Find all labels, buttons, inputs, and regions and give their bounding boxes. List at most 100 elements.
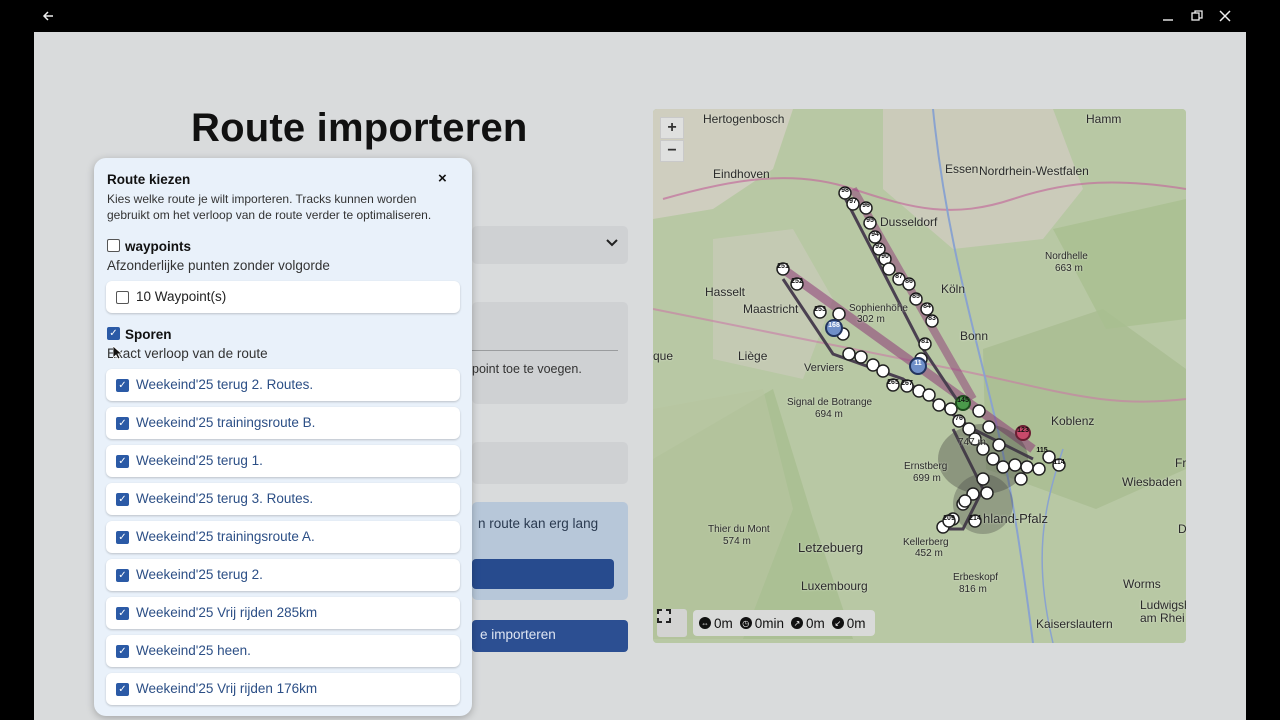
group-description-sporen: Exact verloop van de route	[107, 346, 268, 361]
list-item[interactable]: ✓ Weekeind'25 terug 2. Routes.	[106, 369, 460, 401]
item-checkbox[interactable]: ✓	[116, 645, 129, 658]
route-marker-label: 86	[905, 278, 913, 285]
map-view[interactable]: 98 97 96 95 94 92 90 87 86 85 84 83 81 251 252 253 168 11…	[653, 109, 1186, 643]
map-label: Thier du Mont	[708, 524, 770, 535]
import-button[interactable]: e importeren	[472, 620, 628, 652]
map-label: Koblenz	[1051, 414, 1095, 428]
fullscreen-button[interactable]	[657, 609, 687, 637]
stat-value: 0m	[806, 615, 825, 631]
list-item[interactable]: ✓ Weekeind'25 trainingsroute A.	[106, 521, 460, 553]
route-marker-label: 98	[841, 187, 849, 194]
route-marker-label: 90	[881, 253, 889, 260]
waypoint-panel: point toe te voegen.	[472, 302, 628, 404]
map-label: 663 m	[1055, 263, 1083, 274]
item-checkbox[interactable]: ✓	[116, 569, 129, 582]
checkbox-sporen[interactable]: ✓	[107, 327, 120, 340]
route-marker-label: 97	[849, 198, 857, 205]
item-label: Weekeind'25 terug 2. Routes.	[136, 377, 314, 392]
info-text: n route kan erg lang	[478, 516, 599, 531]
map-label: Dusseldorf	[880, 215, 938, 229]
zoom-out-button[interactable]: −	[660, 140, 684, 162]
route-marker-label: 145	[957, 397, 969, 404]
item-label: Weekeind'25 Vrij rijden 176km	[136, 681, 318, 696]
item-label: Weekeind'25 Vrij rijden 285km	[136, 605, 318, 620]
route-marker-label: 114	[1053, 459, 1064, 466]
item-checkbox[interactable]: ✓	[116, 455, 129, 468]
route-marker-label: 96	[862, 202, 870, 209]
descent-icon: ↙	[831, 617, 844, 629]
map-canvas[interactable]: 9897 96 95 94 92 90 8786 8584 83 81 251 252 253 168 11…	[653, 109, 1186, 643]
route-marker-label: 251	[777, 263, 789, 270]
list-item[interactable]: 10 Waypoint(s)	[106, 281, 460, 313]
info-box: n route kan erg lang	[472, 502, 628, 600]
distance-icon: ⇔	[699, 617, 711, 629]
close-icon[interactable]: ×	[438, 170, 447, 187]
list-item[interactable]: ✓ Weekeind'25 heen.	[106, 635, 460, 667]
map-label: Essen	[945, 162, 979, 176]
route-marker-label: 253	[814, 306, 826, 313]
window-titlebar	[0, 0, 1280, 32]
map-label: Worms	[1123, 577, 1161, 591]
route-stats: ⇔ 0m ◷ 0min ↗ 0m ↙ 0m	[693, 610, 875, 636]
list-item[interactable]: ✓ Weekeind'25 Vrij rijden 176km	[106, 673, 460, 705]
info-action-button[interactable]	[472, 559, 614, 589]
item-checkbox[interactable]: ✓	[116, 531, 129, 544]
list-item[interactable]: ✓ Weekeind'25 Vrij rijden 285km	[106, 597, 460, 629]
minimize-icon[interactable]	[1152, 0, 1184, 32]
item-checkbox[interactable]: ✓	[116, 607, 129, 620]
item-checkbox[interactable]: ✓	[116, 417, 129, 430]
route-marker-label: 115	[1036, 447, 1047, 454]
map-label: Bonn	[960, 329, 989, 343]
stat-ascent: ↗ 0m	[791, 616, 825, 631]
close-icon[interactable]	[1209, 0, 1241, 32]
item-label: 10 Waypoint(s)	[136, 289, 227, 304]
map-label: Hasselt	[705, 285, 746, 299]
map-label: 816 m	[959, 584, 987, 595]
route-marker-label: 94	[871, 231, 879, 238]
list-item[interactable]: ✓ Weekeind'25 terug 3. Routes.	[106, 483, 460, 515]
list-item[interactable]: ✓ Weekeind'25 terug 2.	[106, 559, 460, 591]
waypoint-hint: point toe te voegen.	[472, 362, 582, 376]
map-label: Liège	[738, 349, 768, 363]
item-label: Weekeind'25 trainingsroute B.	[136, 415, 316, 430]
route-name-field[interactable]	[472, 442, 628, 484]
divider	[472, 350, 618, 351]
list-item[interactable]: ✓ Weekeind'25 terug 1.	[106, 445, 460, 477]
route-marker-label: 11	[914, 360, 922, 367]
item-label: Weekeind'25 heen.	[136, 643, 251, 658]
item-label: Weekeind'25 terug 1.	[136, 453, 263, 468]
map-label: Maastricht	[743, 302, 799, 316]
item-checkbox[interactable]: ✓	[116, 493, 129, 506]
map-label: Kellerberg	[903, 537, 949, 548]
stat-distance: ⇔ 0m	[699, 616, 733, 631]
map-label: 747 m	[958, 437, 986, 448]
checkbox-waypoints[interactable]	[107, 239, 120, 252]
map-label: Hertogenbosch	[703, 112, 785, 126]
route-type-select[interactable]	[472, 226, 628, 264]
route-marker-label: 214	[969, 515, 981, 522]
map-label: 574 m	[723, 536, 751, 547]
item-checkbox[interactable]: ✓	[116, 683, 129, 696]
group-label-waypoints: waypoints	[125, 239, 192, 254]
arrow-left-icon[interactable]	[32, 0, 64, 32]
map-label: Da	[1178, 522, 1186, 536]
item-checkbox[interactable]	[116, 291, 129, 304]
route-marker-label: 209	[943, 515, 955, 522]
map-label: 699 m	[913, 473, 941, 484]
route-marker-label: 95	[866, 217, 874, 224]
route-marker-label: 168	[828, 322, 840, 329]
route-marker-label: 92	[875, 243, 883, 250]
item-checkbox[interactable]: ✓	[116, 379, 129, 392]
map-label: que	[653, 349, 674, 363]
map-label: Kaiserslautern	[1036, 617, 1113, 631]
dialog-title: Route kiezen	[107, 172, 191, 187]
stat-value: 0min	[754, 615, 785, 631]
list-item[interactable]: ✓ Weekeind'25 trainingsroute B.	[106, 407, 460, 439]
map-label: am Rhei	[1140, 611, 1185, 625]
ascent-icon: ↗	[791, 617, 804, 629]
route-marker-label: 265	[887, 379, 899, 386]
item-label: Weekeind'25 terug 3. Routes.	[136, 491, 314, 506]
zoom-in-button[interactable]: +	[660, 117, 684, 139]
route-marker-label: 123	[1017, 427, 1029, 434]
import-button-label: e importeren	[480, 627, 556, 642]
